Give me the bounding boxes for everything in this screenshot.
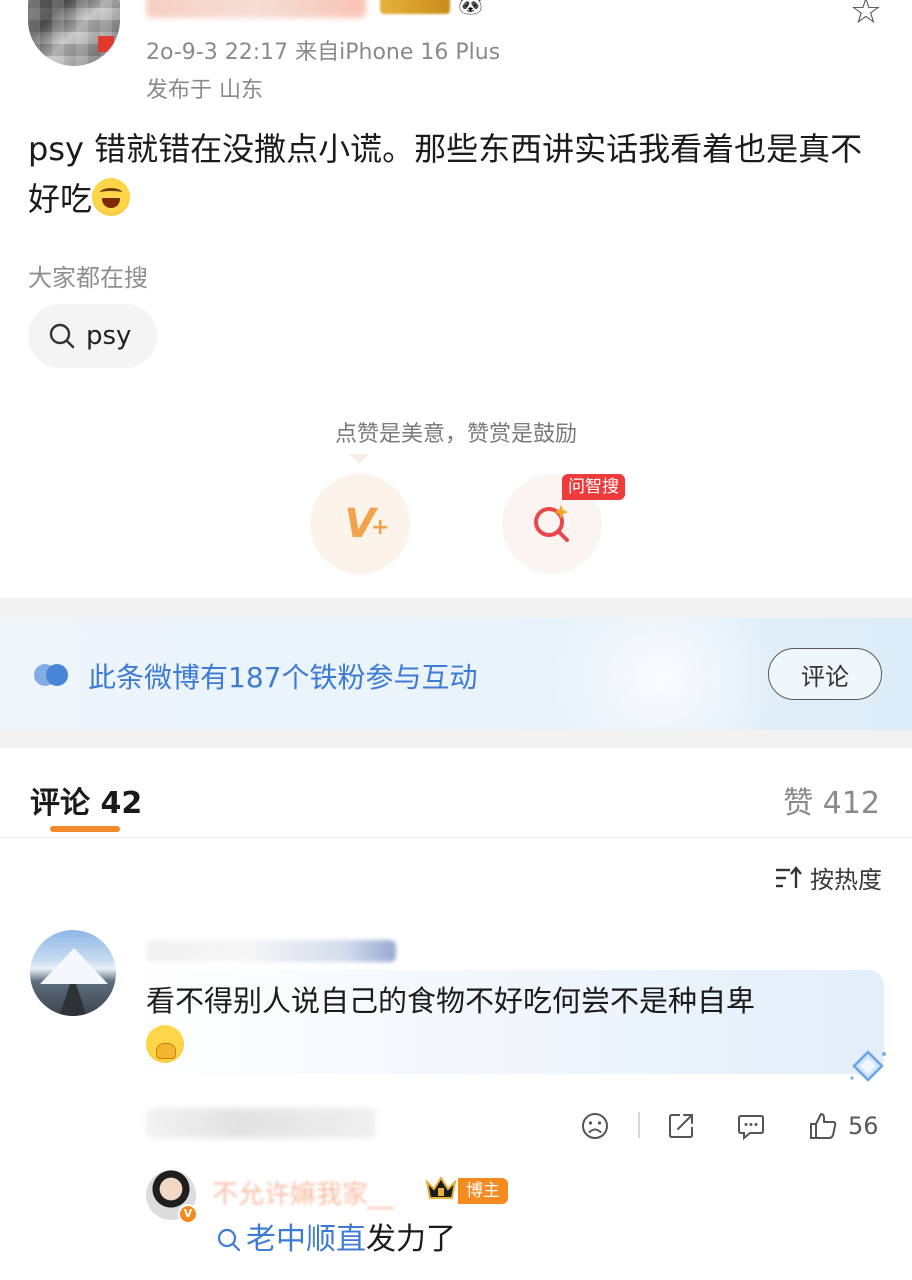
author-avatar[interactable] <box>28 0 120 66</box>
reward-caption: 点赞是美意，赞赏是鼓励 <box>334 422 577 447</box>
diamond-icon <box>850 1050 886 1082</box>
like-icon <box>810 1113 837 1139</box>
share-icon <box>669 1114 693 1138</box>
post-header: 🐼 ☆ 2o-9-3 22:17 来自iPhone 16 Plus 发布于 山东 <box>0 0 912 110</box>
tab-active-indicator <box>50 826 120 832</box>
sort-button[interactable]: 按热度 <box>774 860 882 895</box>
fans-icon <box>34 664 70 686</box>
tab-comments[interactable]: 评论 42 <box>30 778 142 822</box>
like-button[interactable]: 56 <box>808 1106 879 1146</box>
section-divider <box>0 730 912 748</box>
commenter-name-blurred[interactable] <box>146 940 396 962</box>
reward-caption-pointer <box>349 454 369 464</box>
ai-search-badge: 问智搜 <box>562 474 625 500</box>
verified-icon: V <box>178 1204 198 1224</box>
comments-tabbar: 评论 42 赞 412 <box>0 748 912 838</box>
dislike-icon <box>582 1113 608 1139</box>
post-time: 2o-9-3 22:17 来自iPhone 16 Plus <box>146 40 501 65</box>
search-chip-label: psy <box>86 321 132 351</box>
ai-search-icon <box>534 505 569 542</box>
reply-search-link[interactable]: 老中顺直 <box>246 1218 366 1262</box>
fans-banner-text: 此条微博有187个铁粉参与互动 <box>88 661 478 694</box>
post-source: 来自iPhone 16 Plus <box>295 40 501 65</box>
sort-icon <box>776 865 802 888</box>
author-name-blurred[interactable] <box>146 0 366 18</box>
crown-icon <box>425 1176 457 1199</box>
post-location: 发布于 山东 <box>146 78 263 103</box>
reply-button[interactable] <box>736 1106 766 1146</box>
reward-button[interactable]: V + <box>310 474 410 574</box>
section-divider <box>0 598 912 618</box>
author-badge-blurred <box>380 0 450 14</box>
reward-icon: V + <box>344 501 390 547</box>
reply-author-name[interactable]: 不允许嫲我家__ <box>212 1174 394 1211</box>
laugh-cry-emoji-icon <box>92 178 131 216</box>
search-hint: 大家都在搜 <box>28 264 148 292</box>
pleading-emoji-icon <box>146 1025 184 1063</box>
search-icon <box>49 323 75 349</box>
star-icon[interactable]: ☆ <box>850 0 882 30</box>
author-badge: 博主 <box>458 1178 508 1204</box>
comment-meta-blurred <box>146 1108 376 1138</box>
share-button[interactable] <box>666 1106 696 1146</box>
search-icon <box>217 1228 241 1252</box>
reply-text: 老中顺直 发力了 <box>216 1218 456 1262</box>
commenter-avatar[interactable] <box>30 930 116 1016</box>
panda-icon: 🐼 <box>458 0 483 16</box>
search-chip[interactable]: psy <box>28 304 158 368</box>
sort-label: 按热度 <box>810 866 882 894</box>
comment-icon <box>738 1115 764 1141</box>
comment-button[interactable]: 评论 <box>768 648 882 700</box>
fans-banner[interactable]: 此条微博有187个铁粉参与互动 评论 <box>0 618 912 730</box>
tab-likes[interactable]: 赞 412 <box>783 778 880 822</box>
reply-text-rest: 发力了 <box>366 1222 456 1257</box>
post-text: psy 错就错在没撒点小谎。那些东西讲实话我看着也是真不好吃 <box>28 130 863 218</box>
dislike-button[interactable] <box>580 1106 610 1146</box>
like-count: 56 <box>848 1112 879 1140</box>
action-separator <box>638 1112 640 1138</box>
comment-text: 看不得别人说自己的食物不好吃何尝不是种自卑 <box>146 978 866 1070</box>
